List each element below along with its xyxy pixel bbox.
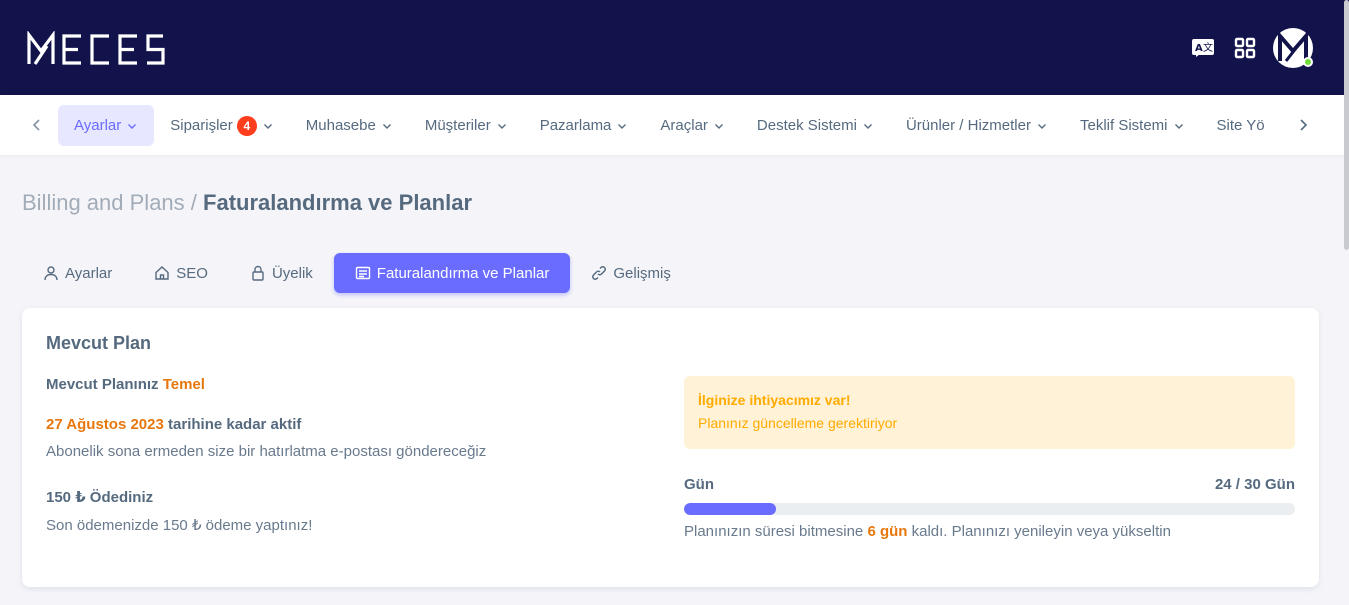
- progress-count: 24 / 30 Gün: [1214, 476, 1295, 493]
- card-title: Mevcut Plan: [46, 333, 152, 353]
- logo-mark: [27, 31, 165, 65]
- alert-title: İlginize ihtiyacımız var!: [698, 392, 851, 408]
- top-header: A 文: [0, 0, 1349, 95]
- breadcrumb: Billing and Plans / Faturalandırma ve Pl…: [22, 190, 472, 216]
- tab-seo[interactable]: SEO: [133, 253, 229, 293]
- chevron-down-icon: [1174, 123, 1183, 129]
- nav-item-label: Muhasebe: [305, 117, 376, 134]
- alert-text: Planınız güncelleme gerektiriyor: [698, 415, 898, 431]
- chevron-down-icon: [263, 123, 272, 129]
- chevron-down-icon: [618, 123, 627, 129]
- nav-scroll-left-icon[interactable]: [25, 113, 49, 137]
- tab-label: Ayarlar: [65, 264, 113, 282]
- translate-icon[interactable]: A 文: [1191, 36, 1215, 60]
- tab-label: Faturalandırma ve Planlar: [376, 264, 550, 282]
- warning-alert: İlginize ihtiyacımız var! Planınız günce…: [684, 376, 1295, 449]
- nav-item-label: Destek Sistemi: [756, 117, 857, 134]
- active-suffix: tarihine kadar aktif: [168, 416, 302, 433]
- chevron-down-icon: [128, 123, 137, 129]
- nav-item-label: Teklif Sistemi: [1079, 117, 1168, 134]
- nav-scroll-right-icon[interactable]: [1291, 113, 1315, 137]
- nav-item-label: Müşteriler: [424, 117, 491, 134]
- current-plan-label: Mevcut Planınız: [46, 376, 159, 393]
- chevron-down-icon: [714, 123, 723, 129]
- payment-title: 150 ₺ Ödediniz: [46, 489, 154, 506]
- progress-note: Planınızın süresi bitmesine 6 gün kaldı.…: [684, 523, 1295, 540]
- nav-item-label: Araçlar: [660, 117, 708, 134]
- chevron-down-icon: [1037, 123, 1046, 129]
- tab-ayarlar[interactable]: Ayarlar: [22, 253, 133, 293]
- meces-logo[interactable]: [26, 31, 166, 67]
- tab-faturalandirma[interactable]: Faturalandırma ve Planlar: [333, 253, 571, 293]
- home-icon: [155, 266, 169, 280]
- plan-progress: Gün 24 / 30 Gün Planınızın süresi bitmes…: [684, 476, 1295, 540]
- tab-label: SEO: [176, 264, 208, 282]
- progress-track: [684, 503, 1295, 515]
- link-icon: [592, 266, 607, 280]
- progress-label: Gün: [684, 476, 714, 493]
- chevron-down-icon: [497, 123, 506, 129]
- page-title: Faturalandırma ve Planlar: [203, 190, 473, 215]
- active-date: 27 Ağustos 2023: [46, 416, 164, 433]
- nav-item-site-yonetimi[interactable]: Site Yö: [1201, 105, 1282, 146]
- nav-item-label: Ürünler / Hizmetler: [905, 117, 1031, 134]
- note-prefix: Planınızın süresi bitmesine: [684, 523, 864, 540]
- progress-header: Gün 24 / 30 Gün: [684, 476, 1295, 493]
- progress-fill: [684, 503, 776, 515]
- active-until-line: 27 Ağustos 2023 tarihine kadar aktif: [46, 416, 486, 433]
- svg-text:文: 文: [1203, 41, 1213, 54]
- nav-item-pazarlama[interactable]: Pazarlama: [524, 105, 645, 146]
- apps-grid-icon[interactable]: [1233, 36, 1257, 60]
- nav-item-label: Site Yö: [1216, 117, 1265, 134]
- nav-item-araclar[interactable]: Araçlar: [644, 105, 741, 146]
- current-plan-card: Mevcut Plan Mevcut Planınız Temel 27 Ağu…: [22, 308, 1319, 587]
- payment-note: Son ödemenizde 150 ₺ ödeme yaptınız!: [46, 517, 313, 534]
- nav-item-label: Siparişler: [170, 117, 233, 134]
- note-suffix: kaldı. Planınızı yenileyin veya yükselti…: [911, 523, 1171, 540]
- tab-gelismis[interactable]: Gelişmiş: [570, 253, 692, 293]
- nav-item-siparisler[interactable]: Siparişler 4: [154, 105, 290, 146]
- nav-item-label: Pazarlama: [539, 117, 612, 134]
- nav-item-muhasebe[interactable]: Muhasebe: [290, 105, 409, 146]
- nav-item-urunler-hizmetler[interactable]: Ürünler / Hizmetler: [890, 105, 1064, 146]
- page-scrollbar[interactable]: [1344, 0, 1349, 250]
- nav-item-teklif-sistemi[interactable]: Teklif Sistemi: [1064, 105, 1201, 146]
- orders-count-badge: 4: [236, 115, 257, 136]
- tab-label: Üyelik: [271, 264, 313, 282]
- nav-item-musteriler[interactable]: Müşteriler: [409, 105, 524, 146]
- current-plan-line: Mevcut Planınız Temel: [46, 376, 205, 393]
- lock-icon: [252, 265, 264, 281]
- settings-tabs: Ayarlar SEO Üyelik Faturalandırma ve Pla…: [22, 253, 692, 293]
- note-highlight: 6 gün: [867, 523, 908, 540]
- tab-label: Gelişmiş: [613, 264, 671, 282]
- user-icon: [44, 266, 58, 281]
- tab-uyelik[interactable]: Üyelik: [229, 253, 334, 293]
- main-navigation: Ayarlar Siparişler 4 Muhasebe Müşteriler…: [0, 95, 1349, 155]
- active-until-block: 27 Ağustos 2023 tarihine kadar aktif Abo…: [46, 416, 486, 460]
- reminder-text: Abonelik sona ermeden size bir hatırlatm…: [46, 443, 487, 460]
- current-plan-value: Temel: [162, 376, 205, 393]
- payment-block: 150 ₺ Ödediniz Son ödemenizde 150 ₺ ödem…: [46, 488, 312, 534]
- nav-item-label: Ayarlar: [74, 117, 122, 134]
- chevron-down-icon: [863, 123, 872, 129]
- user-avatar[interactable]: [1273, 28, 1313, 68]
- svg-text:A: A: [1195, 43, 1203, 54]
- billing-icon: [355, 266, 370, 280]
- online-status-dot: [1303, 57, 1313, 67]
- chevron-down-icon: [382, 123, 391, 129]
- breadcrumb-parent[interactable]: Billing and Plans /: [22, 190, 197, 215]
- nav-item-ayarlar[interactable]: Ayarlar: [58, 105, 155, 146]
- nav-item-destek-sistemi[interactable]: Destek Sistemi: [741, 105, 890, 146]
